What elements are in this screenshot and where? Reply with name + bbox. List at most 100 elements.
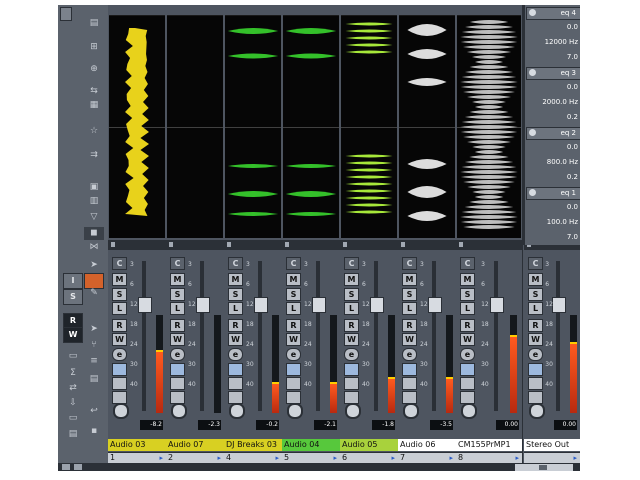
channel-name[interactable]: DJ Breaks 03 [224, 439, 282, 451]
pan-knob[interactable] [403, 403, 419, 419]
panel-toggle[interactable] [60, 7, 72, 21]
write-automation-button[interactable]: W [286, 333, 301, 346]
eq-q-value[interactable]: 7.0 [526, 50, 578, 64]
read-automation-button[interactable]: R [460, 319, 475, 332]
eq-frequency-value[interactable]: 100.0 Hz [526, 215, 578, 229]
eq-frequency-value[interactable]: 800.0 Hz [526, 155, 578, 169]
input-monitor-button[interactable] [286, 363, 301, 376]
routing-handle[interactable] [227, 242, 231, 247]
read-automation-button[interactable]: R [228, 319, 243, 332]
read-automation-button[interactable]: R [344, 319, 359, 332]
view-icon[interactable]: ▤ [66, 428, 80, 440]
volume-fader[interactable] [195, 297, 210, 313]
insert-button[interactable] [460, 377, 475, 390]
channel-routing-strip[interactable] [108, 240, 166, 250]
solo-button[interactable]: S [112, 288, 127, 301]
edit-button[interactable]: e [528, 348, 543, 361]
eq-band-header[interactable]: eq 3 [526, 67, 580, 80]
eq-band-header[interactable]: eq 1 [526, 187, 580, 200]
read-automation-button[interactable]: R [528, 319, 543, 332]
input-monitor-button[interactable] [460, 363, 475, 376]
edit-button[interactable]: e [402, 348, 417, 361]
solo-button[interactable]: S [528, 288, 543, 301]
eq-gain-value[interactable]: 0.0 [526, 140, 578, 154]
channel-arrow-icon[interactable]: ▸ [159, 453, 163, 463]
expand-icon[interactable]: ⋈ [84, 241, 104, 254]
listen-button[interactable]: L [228, 302, 243, 315]
return-icon[interactable]: ↩ [84, 405, 104, 418]
volume-fader[interactable] [552, 297, 567, 313]
send-toggle[interactable]: S [63, 289, 83, 305]
insert-button[interactable] [286, 377, 301, 390]
solo-button[interactable]: S [460, 288, 475, 301]
mute-button[interactable]: M [344, 273, 359, 286]
insert-button[interactable] [402, 377, 417, 390]
volume-fader[interactable] [490, 297, 505, 313]
routing-handle[interactable] [111, 242, 115, 247]
pan-knob[interactable] [229, 403, 245, 419]
input-monitor-button[interactable] [344, 363, 359, 376]
horizontal-scrollbar[interactable] [514, 463, 574, 471]
insert-button[interactable] [170, 377, 185, 390]
eq-power-icon[interactable] [529, 9, 536, 16]
channel-arrow-icon[interactable]: ▸ [217, 453, 221, 463]
panel-icon[interactable]: ▭ [66, 412, 80, 424]
eq-gain-value[interactable]: 0.0 [526, 80, 578, 94]
channel-name[interactable]: Audio 07 [166, 439, 224, 451]
channel-arrow-icon[interactable]: ▸ [573, 453, 577, 463]
channel-routing-strip[interactable] [398, 240, 456, 250]
listen-button[interactable]: L [460, 302, 475, 315]
listen-button[interactable]: L [528, 302, 543, 315]
channel-name[interactable]: Audio 06 [398, 439, 456, 451]
eq-frequency-value[interactable]: 2000.0 Hz [526, 95, 578, 109]
read-automation-button[interactable]: R [402, 319, 417, 332]
volume-fader[interactable] [369, 297, 384, 313]
channel-settings-button[interactable]: C [402, 257, 417, 270]
channel-arrow-icon[interactable]: ▸ [333, 453, 337, 463]
route-icon[interactable]: ⇄ [66, 382, 80, 394]
insert-toggle[interactable]: I [63, 273, 83, 289]
mute-button[interactable]: M [286, 273, 301, 286]
routing-handle[interactable] [169, 242, 173, 247]
pan-knob[interactable] [113, 403, 129, 419]
channel-routing-strip[interactable] [456, 240, 522, 250]
solo-button[interactable]: S [170, 288, 185, 301]
channel-settings-button[interactable]: C [344, 257, 359, 270]
eq-band-header[interactable]: eq 4 [526, 7, 580, 20]
dot-icon[interactable]: ▪ [84, 425, 104, 438]
mute-button[interactable]: M [528, 273, 543, 286]
insert-button[interactable] [228, 377, 243, 390]
tool-selected-icon[interactable]: ◼ [84, 227, 104, 240]
tool-list-icon[interactable]: ▤ [84, 17, 104, 30]
eq-power-icon[interactable] [529, 129, 536, 136]
channel-name[interactable]: Audio 03 [108, 439, 166, 451]
read-automation-button[interactable]: R [112, 319, 127, 332]
edit-button[interactable]: e [228, 348, 243, 361]
routing-handle[interactable] [459, 242, 463, 247]
write-automation-button[interactable]: W [112, 333, 127, 346]
write-toggle[interactable]: W [63, 327, 83, 343]
tool-table-icon[interactable]: ▦ [84, 99, 104, 112]
volume-fader[interactable] [137, 297, 152, 313]
listen-button[interactable]: L [402, 302, 417, 315]
write-automation-button[interactable]: W [402, 333, 417, 346]
volume-fader[interactable] [427, 297, 442, 313]
channel-routing-strip[interactable] [166, 240, 224, 250]
channel-settings-button[interactable]: C [228, 257, 243, 270]
insert-button[interactable] [528, 377, 543, 390]
channel-settings-button[interactable]: C [528, 257, 543, 270]
channel-settings-button[interactable]: C [460, 257, 475, 270]
channel-settings-button[interactable]: C [286, 257, 301, 270]
listen-button[interactable]: L [170, 302, 185, 315]
input-monitor-button[interactable] [170, 363, 185, 376]
fork-icon[interactable]: ⑂ [84, 339, 104, 352]
list2-icon[interactable]: ▤ [84, 373, 104, 386]
channel-routing-strip[interactable] [224, 240, 282, 250]
eq-power-icon[interactable] [529, 69, 536, 76]
tool-star-icon[interactable]: ☆ [84, 125, 104, 138]
insert-button[interactable] [344, 377, 359, 390]
pen-icon[interactable]: ✎ [84, 287, 104, 300]
cursor-icon[interactable]: ➤ [84, 323, 104, 336]
solo-button[interactable]: S [344, 288, 359, 301]
routing-handle[interactable] [285, 242, 289, 247]
